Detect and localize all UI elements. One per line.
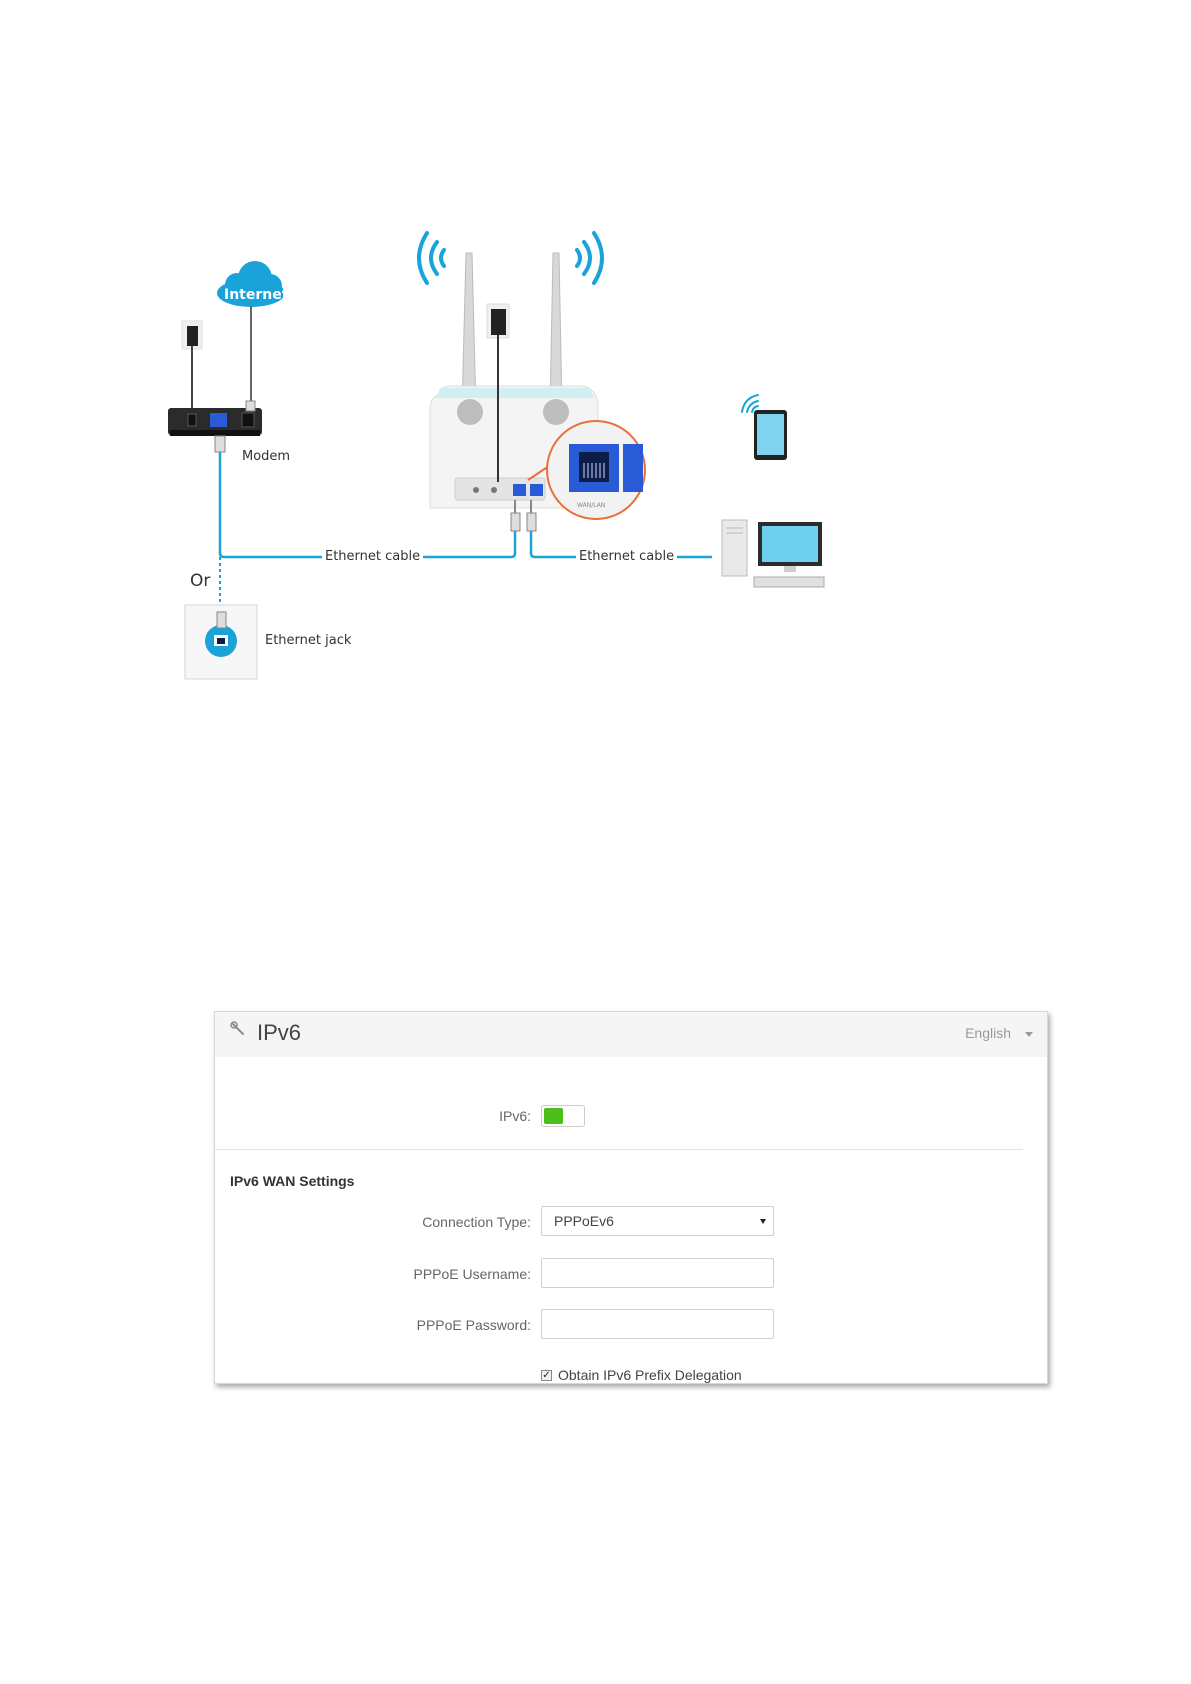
modem-label: Modem (239, 449, 294, 465)
divider (215, 1149, 1023, 1150)
modem-icon (168, 400, 262, 453)
wifi-left-icon (417, 231, 446, 285)
ethernet-jack-label: Ethernet jack (262, 633, 355, 649)
wifi-right-icon (575, 231, 604, 285)
chevron-down-icon[interactable] (1025, 1032, 1033, 1037)
port-label: WAN/LAN (577, 502, 606, 509)
ethernet-cable-label-left: Ethernet cable (322, 549, 424, 565)
prefix-delegation-checkbox[interactable]: ✓ (541, 1370, 552, 1381)
ethernet-jack-icon (184, 604, 258, 680)
toggle-knob (544, 1108, 563, 1124)
prefix-delegation-label[interactable]: Obtain IPv6 Prefix Delegation (558, 1367, 742, 1383)
tablet-icon (754, 410, 787, 460)
pppoe-password-field[interactable] (541, 1309, 774, 1339)
section-title: IPv6 WAN Settings (230, 1173, 355, 1189)
wrench-icon (230, 1021, 244, 1035)
connection-type-select[interactable]: PPPoEv6 (541, 1206, 774, 1236)
ipv6-toggle[interactable] (541, 1105, 585, 1127)
pppoe-username-field[interactable] (541, 1258, 774, 1288)
network-diagram: Internet Modem Ethernet cable Ethernet c… (0, 0, 1191, 720)
ipv6-settings-panel: IPv6 English IPv6: IPv6 WAN Settings Con… (214, 1011, 1048, 1384)
ipv6-label: IPv6: (499, 1108, 531, 1124)
internet-label: Internet (224, 287, 289, 303)
or-label: Or (190, 571, 211, 591)
pppoe-username-label: PPPoE Username: (413, 1266, 532, 1282)
panel-header: IPv6 English (215, 1012, 1047, 1057)
pppoe-password-label: PPPoE Password: (416, 1317, 531, 1333)
language-select[interactable]: English (965, 1025, 1011, 1041)
tablet-wifi-icon (741, 394, 759, 413)
diagram-graphics (168, 231, 825, 680)
ethernet-cable-label-right: Ethernet cable (576, 549, 678, 565)
connection-type-label: Connection Type: (422, 1214, 531, 1230)
connection-type-value: PPPoEv6 (554, 1213, 614, 1229)
dropdown-arrow-icon (760, 1219, 766, 1224)
page-title: IPv6 (257, 1020, 302, 1045)
modem-power-adapter-icon (181, 320, 203, 408)
desktop-pc-icon (721, 519, 825, 588)
